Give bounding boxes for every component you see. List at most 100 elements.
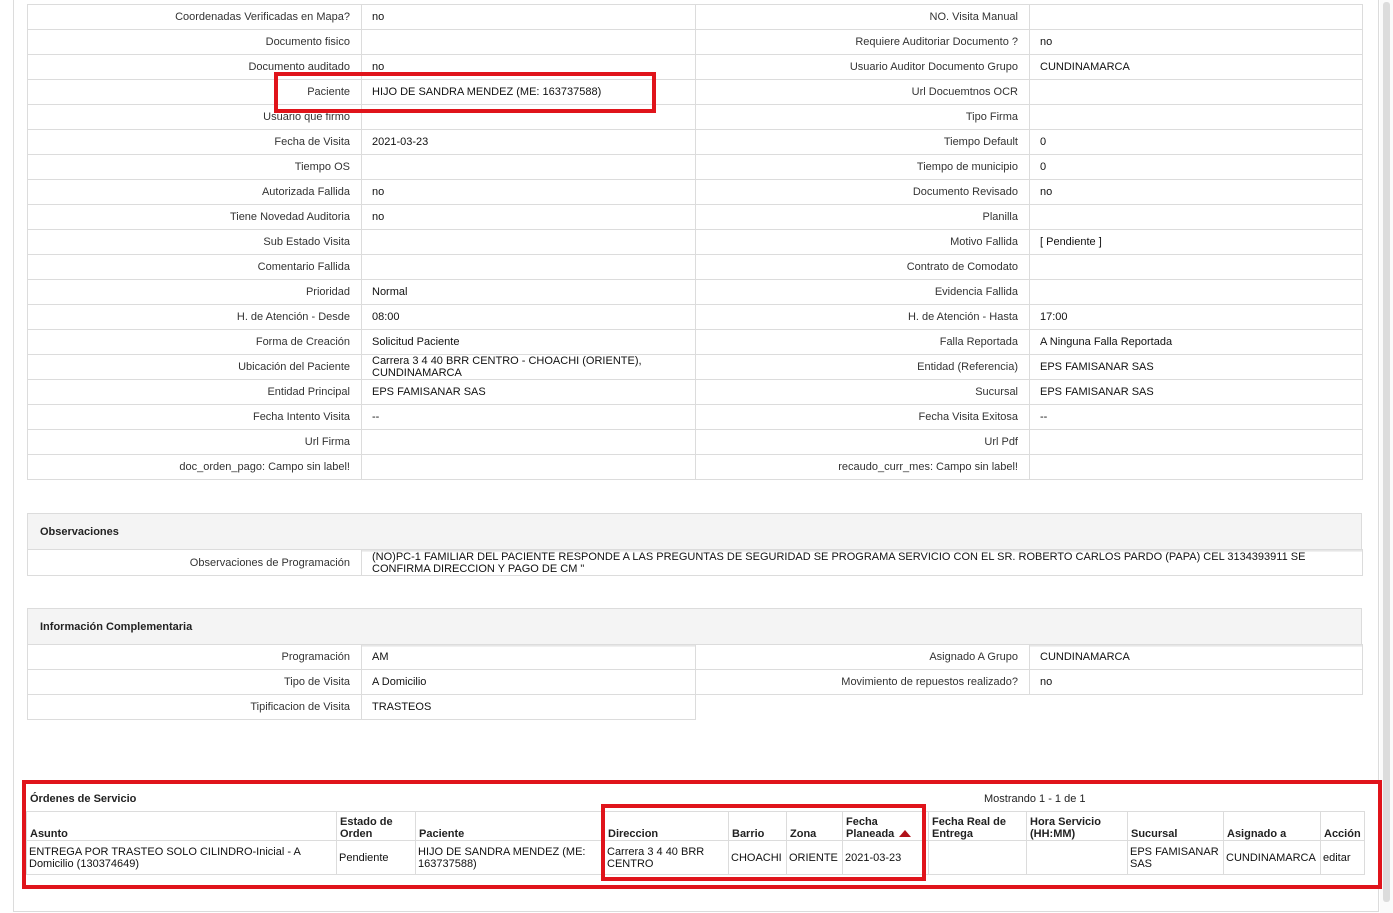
field-value: A Ninguna Falla Reportada — [1029, 329, 1363, 355]
complementaria-row: Tipo de Visita A Domicilio Movimiento de r… — [27, 669, 1363, 695]
column-header[interactable]: Paciente — [415, 811, 605, 841]
field-value — [1029, 429, 1363, 455]
field-value: A Domicilio — [361, 669, 696, 695]
field-label: Paciente — [27, 79, 362, 105]
detail-row: Paciente HIJO DE SANDRA MENDEZ (ME: 16373… — [27, 79, 1363, 105]
sort-ascending-icon[interactable] — [899, 830, 912, 837]
detail-row: Ubicación del Paciente Carrera 3 4 40 BRR… — [27, 354, 1363, 380]
field-value — [361, 454, 696, 480]
column-header-label: Asignado a — [1227, 828, 1287, 840]
field-label: Url Pdf — [695, 429, 1030, 455]
cell-fecha_planeada: 2021-03-23 — [842, 840, 929, 875]
field-label: Prioridad — [27, 279, 362, 305]
field-label: Ubicación del Paciente — [27, 354, 362, 380]
column-header-label: Barrio — [732, 828, 765, 840]
field-value: EPS FAMISANAR SAS — [361, 379, 696, 405]
field-value: no — [361, 54, 696, 80]
vertical-scrollbar[interactable] — [1380, 0, 1393, 913]
column-header[interactable]: Estado de Orden — [336, 811, 416, 841]
field-label: Documento auditado — [27, 54, 362, 80]
cell-zona: ORIENTE — [786, 840, 843, 875]
field-label: Tiene Novedad Auditoria — [27, 204, 362, 230]
field-label: Falla Reportada — [695, 329, 1030, 355]
field-value: no — [1029, 179, 1363, 205]
field-label: Movimiento de repuestos realizado? — [695, 669, 1030, 695]
field-value: 17:00 — [1029, 304, 1363, 330]
field-label: Tipo de Visita — [27, 669, 362, 695]
field-label: Requiere Auditoriar Documento ? — [695, 29, 1030, 55]
detail-row: Forma de Creación Solicitud Paciente Falla… — [27, 329, 1363, 355]
field-label: Documento Revisado — [695, 179, 1030, 205]
field-value: Normal — [361, 279, 696, 305]
cell-estado: Pendiente — [336, 840, 416, 875]
detail-row: Url Firma Url Pdf — [27, 429, 1363, 455]
column-header[interactable]: Fecha Planeada — [842, 811, 929, 841]
field-value: Carrera 3 4 40 BRR CENTRO - CHOACHI (ORI… — [361, 354, 696, 380]
column-header[interactable]: Direccion — [604, 811, 729, 841]
field-label: Contrato de Comodato — [695, 254, 1030, 280]
edit-link[interactable]: editar — [1320, 840, 1365, 875]
complementaria-row: Programación AM Asignado A Grupo CUNDINAMAR… — [27, 644, 1363, 670]
field-value: AM — [361, 644, 696, 670]
detail-row: Usuario que firmo Tipo Firma — [27, 104, 1363, 130]
ordenes-table: Asunto Estado de Orden Paciente Direccion Ba… — [26, 811, 1365, 875]
column-header[interactable]: Asunto — [26, 811, 337, 841]
detail-row: Coordenadas Verificadas en Mapa? no NO. Vi… — [27, 4, 1363, 30]
detail-row: Prioridad Normal Evidencia Fallida — [27, 279, 1363, 305]
column-header[interactable]: Asignado a — [1223, 811, 1321, 841]
field-label: Autorizada Fallida — [27, 179, 362, 205]
field-value: TRASTEOS — [361, 694, 696, 720]
column-header[interactable]: Barrio — [728, 811, 787, 841]
cell-sucursal: EPS FAMISANAR SAS — [1127, 840, 1224, 875]
field-label: Asignado A Grupo — [695, 644, 1030, 670]
column-header-label: Hora Servicio (HH:MM) — [1030, 816, 1101, 840]
field-label: Fecha Intento Visita — [27, 404, 362, 430]
field-label: Usuario que firmo — [27, 104, 362, 130]
cell-barrio: CHOACHI — [728, 840, 787, 875]
column-header-label: Fecha Real de Entrega — [932, 816, 1006, 840]
empty-cell — [696, 695, 1030, 720]
field-label: NO. Visita Manual — [695, 4, 1030, 30]
field-value — [361, 429, 696, 455]
field-value: no — [361, 4, 696, 30]
field-label: Url Firma — [27, 429, 362, 455]
detail-row: Tiempo OS Tiempo de municipio 0 — [27, 154, 1363, 180]
field-value: Solicitud Paciente — [361, 329, 696, 355]
detail-row: Documento fisico Requiere Auditoriar Docu… — [27, 29, 1363, 55]
field-value — [1029, 279, 1363, 305]
field-label: Url Docuemtnos OCR — [695, 79, 1030, 105]
field-label: Fecha de Visita — [27, 129, 362, 155]
field-label: Usuario Auditor Documento Grupo — [695, 54, 1030, 80]
scrollbar-thumb[interactable] — [1383, 2, 1390, 902]
cell-direccion: Carrera 3 4 40 BRR CENTRO — [604, 840, 729, 875]
column-header[interactable]: Fecha Real de Entrega — [928, 811, 1027, 841]
column-header[interactable]: Hora Servicio (HH:MM) — [1026, 811, 1128, 841]
column-header[interactable]: Acción — [1320, 811, 1365, 841]
field-value — [361, 29, 696, 55]
field-label: doc_orden_pago: Campo sin label! — [27, 454, 362, 480]
field-label: Motivo Fallida — [695, 229, 1030, 255]
column-header-label: Zona — [790, 828, 817, 840]
column-header[interactable]: Sucursal — [1127, 811, 1224, 841]
field-value: no — [361, 179, 696, 205]
field-label: Tipo Firma — [695, 104, 1030, 130]
field-value — [1029, 104, 1363, 130]
field-label: Sub Estado Visita — [27, 229, 362, 255]
field-value — [1029, 79, 1363, 105]
field-value — [1029, 454, 1363, 480]
field-label: Tipificacion de Visita — [27, 694, 362, 720]
cell-fecha_real — [928, 840, 1027, 875]
column-header[interactable]: Zona — [786, 811, 843, 841]
table-row: ENTREGA POR TRASTEO SOLO CILINDRO-Inicia… — [26, 840, 1365, 875]
field-value — [361, 104, 696, 130]
field-label: Planilla — [695, 204, 1030, 230]
field-value: no — [361, 204, 696, 230]
field-value: no — [1029, 669, 1363, 695]
detail-row: H. de Atención - Desde 08:00 H. de Atenció… — [27, 304, 1363, 330]
observaciones-label: Observaciones de Programación — [27, 549, 362, 576]
field-label: Entidad Principal — [27, 379, 362, 405]
detail-row: Fecha Intento Visita -- Fecha Visita Exito… — [27, 404, 1363, 430]
field-label: Tiempo Default — [695, 129, 1030, 155]
detail-row: Documento auditado no Usuario Auditor Docu… — [27, 54, 1363, 80]
field-value: 0 — [1029, 154, 1363, 180]
